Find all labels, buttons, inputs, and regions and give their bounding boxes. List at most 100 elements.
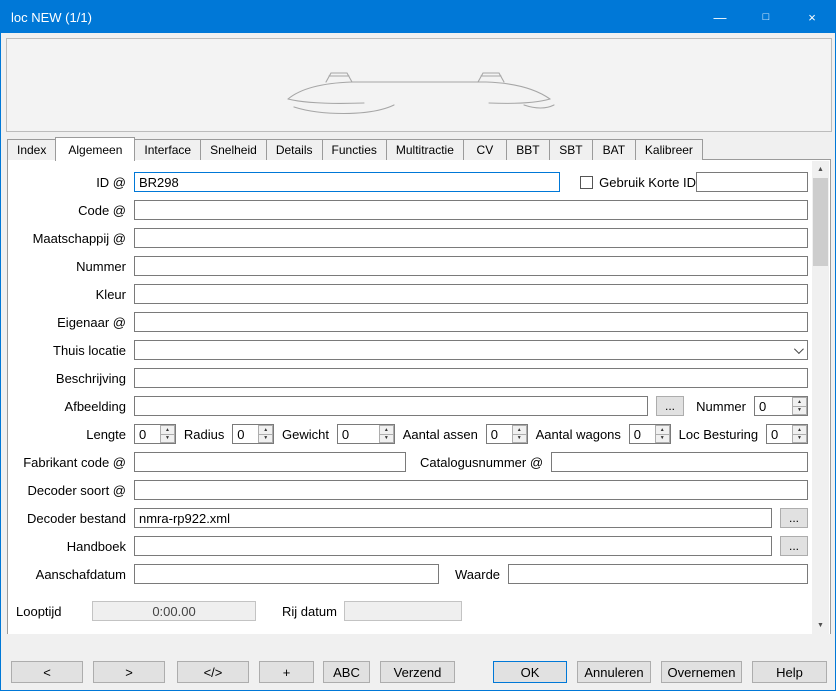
tab-sbt[interactable]: SBT [549,139,593,160]
spin-up-icon[interactable]: ▲ [655,425,670,434]
form-row-nummer: Nummer [16,252,808,280]
handboek-input[interactable] [134,536,772,556]
spin-up-icon[interactable]: ▲ [258,425,273,434]
waarde-label: Waarde [455,567,500,582]
help-button[interactable]: Help [752,661,827,683]
tab-kalibreer[interactable]: Kalibreer [635,139,703,160]
beschrijving-input[interactable] [134,368,808,388]
tab-strip: Index Algemeen Interface Snelheid Detail… [7,137,702,160]
catalogus-input[interactable] [551,452,808,472]
id-input[interactable] [134,172,560,192]
korte-id-checkbox[interactable] [580,176,593,189]
spin-up-icon[interactable]: ▲ [512,425,527,434]
next-button[interactable]: > [93,661,165,683]
decoder-soort-label: Decoder soort @ [16,483,126,498]
spin-up-icon[interactable]: ▲ [792,425,807,434]
minimize-button[interactable]: — [697,1,743,33]
gewicht-value: 0 [338,425,379,443]
spin-down-icon[interactable]: ▼ [512,434,527,444]
lengte-label: Lengte [16,427,126,442]
korte-id-label: Gebruik Korte ID [599,175,696,190]
scrollbar-thumb[interactable] [813,178,828,266]
tab-snelheid[interactable]: Snelheid [200,139,267,160]
eigenaar-input[interactable] [134,312,808,332]
afbeelding-nummer-label: Nummer [696,399,746,414]
afbeelding-input[interactable] [134,396,648,416]
tab-index[interactable]: Index [7,139,56,160]
kleur-label: Kleur [16,287,126,302]
scroll-up-icon[interactable]: ▲ [812,161,829,178]
rij-datum-label: Rij datum [282,604,337,619]
waarde-input[interactable] [508,564,808,584]
previous-button[interactable]: < [11,661,83,683]
maatschappij-input[interactable] [134,228,808,248]
code-input[interactable] [134,200,808,220]
fabrikant-input[interactable] [134,452,406,472]
spin-up-icon[interactable]: ▲ [792,397,807,406]
tab-cv[interactable]: CV [463,139,507,160]
afbeelding-nummer-value: 0 [755,397,792,415]
form-row-thuis-locatie: Thuis locatie [16,336,808,364]
spin-up-icon[interactable]: ▲ [160,425,175,434]
radius-label: Radius [184,427,224,442]
kleur-input[interactable] [134,284,808,304]
spin-down-icon[interactable]: ▼ [792,434,807,444]
form-row-looptijd: Looptijd Rij datum [16,598,808,624]
aantal-assen-spinner[interactable]: 0 ▲ ▼ [486,424,528,444]
chevron-down-icon [794,344,804,354]
title-bar: loc NEW (1/1) — □ × [1,1,835,33]
add-button[interactable]: + [259,661,314,683]
nummer-input[interactable] [134,256,808,276]
handboek-browse-button[interactable]: ... [780,536,808,556]
lengte-spinner[interactable]: 0 ▲ ▼ [134,424,176,444]
spin-down-icon[interactable]: ▼ [160,434,175,444]
thuis-locatie-select[interactable] [134,340,808,360]
form-row-eigenaar: Eigenaar @ [16,308,808,336]
decoder-bestand-browse-button[interactable]: ... [780,508,808,528]
tab-algemeen[interactable]: Algemeen [55,137,135,161]
aantal-assen-label: Aantal assen [403,427,478,442]
korte-id-input[interactable] [696,172,808,192]
tab-multitractie[interactable]: Multitractie [386,139,464,160]
abc-button[interactable]: ABC [323,661,370,683]
minimize-icon: — [714,10,727,25]
radius-spinner[interactable]: 0 ▲ ▼ [232,424,274,444]
aantal-assen-value: 0 [487,425,512,443]
afbeelding-nummer-spinner[interactable]: 0 ▲ ▼ [754,396,808,416]
footer-button-row: < > </> + ABC Verzend OK Annuleren Overn… [11,661,827,683]
spin-down-icon[interactable]: ▼ [379,434,394,444]
afbeelding-label: Afbeelding [16,399,126,414]
rij-datum-field [344,601,462,621]
tab-functies[interactable]: Functies [322,139,387,160]
annuleren-button[interactable]: Annuleren [577,661,651,683]
decoder-soort-input[interactable] [134,480,808,500]
close-button[interactable]: × [789,1,835,33]
aantal-wagons-spinner[interactable]: 0 ▲ ▼ [629,424,671,444]
ok-button[interactable]: OK [493,661,567,683]
spin-down-icon[interactable]: ▼ [258,434,273,444]
spin-down-icon[interactable]: ▼ [792,406,807,416]
tab-bbt[interactable]: BBT [506,139,550,160]
window-title: loc NEW (1/1) [1,10,697,25]
tab-bat[interactable]: BAT [592,139,636,160]
overnemen-button[interactable]: Overnemen [661,661,742,683]
form-content: ID @ Gebruik Korte ID Code @ Maatschappi… [16,168,808,624]
spin-down-icon[interactable]: ▼ [655,434,670,444]
form-row-code: Code @ [16,196,808,224]
loc-besturing-spinner[interactable]: 0 ▲ ▼ [766,424,808,444]
vertical-scrollbar[interactable]: ▲ ▼ [812,161,829,634]
decoder-bestand-input[interactable] [134,508,772,528]
scroll-down-icon[interactable]: ▼ [812,617,829,634]
gewicht-spinner[interactable]: 0 ▲ ▼ [337,424,395,444]
loc-dialog-window: loc NEW (1/1) — □ × Ind [0,0,836,691]
afbeelding-browse-button[interactable]: ... [656,396,684,416]
tab-interface[interactable]: Interface [134,139,201,160]
verzend-button[interactable]: Verzend [380,661,455,683]
aanschafdatum-input[interactable] [134,564,439,584]
tab-details[interactable]: Details [266,139,323,160]
form-row-afbeelding: Afbeelding ... Nummer 0 ▲ ▼ [16,392,808,420]
form-row-beschrijving: Beschrijving [16,364,808,392]
code-view-button[interactable]: </> [177,661,249,683]
maximize-button[interactable]: □ [743,1,789,33]
spin-up-icon[interactable]: ▲ [379,425,394,434]
